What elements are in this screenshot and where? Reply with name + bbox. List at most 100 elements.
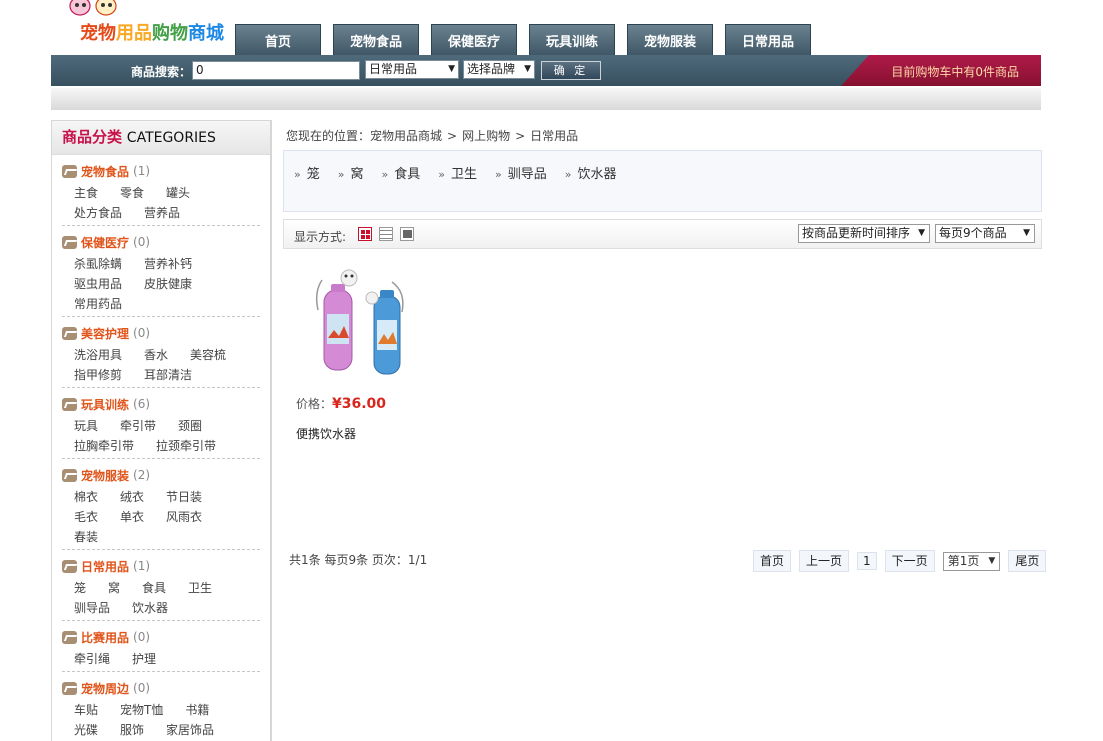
- subcategory-link[interactable]: 春装: [74, 527, 98, 547]
- subcategory-link[interactable]: 宠物T恤: [120, 700, 163, 720]
- subcategory-link[interactable]: 指甲修剪: [74, 365, 122, 385]
- paw-icon: [62, 397, 77, 411]
- list-view-icon[interactable]: [379, 227, 393, 241]
- nav-tab-clothing[interactable]: 宠物服装: [627, 24, 713, 55]
- first-page-button[interactable]: 首页: [753, 550, 792, 572]
- per-page-select[interactable]: 每页9个商品 ▼: [935, 224, 1035, 243]
- subcategory-link[interactable]: 颈圈: [178, 416, 202, 436]
- subcategory-link[interactable]: 营养品: [144, 203, 180, 223]
- subcategory-link[interactable]: 窝: [108, 578, 120, 598]
- nav-tab-daily[interactable]: 日常用品: [725, 24, 811, 55]
- next-page-button[interactable]: 下一页: [884, 550, 935, 572]
- category-title[interactable]: 美容护理 (0): [62, 323, 260, 343]
- subcategory-link[interactable]: 罐头: [166, 183, 190, 203]
- subcategory-link[interactable]: 皮肤健康: [144, 274, 192, 294]
- paw-icon: [62, 164, 77, 178]
- category-select[interactable]: 日常用品 ▼: [365, 60, 459, 79]
- subcategory-link[interactable]: 护理: [132, 649, 156, 669]
- subcategory-link[interactable]: 卫生: [451, 167, 477, 182]
- subcategory-link[interactable]: 毛衣: [74, 507, 98, 527]
- list-toolbar: 显示方式: 按商品更新时间排序 ▼ 每页9个商品 ▼: [283, 219, 1042, 249]
- subcategory-link[interactable]: 节日装: [166, 487, 202, 507]
- subcategory-link[interactable]: 绒衣: [120, 487, 144, 507]
- search-confirm-button[interactable]: 确 定: [541, 61, 601, 80]
- product-card: 价格：¥36.00 便携饮水器: [294, 262, 424, 442]
- prev-page-button[interactable]: 上一页: [799, 550, 850, 572]
- large-view-icon[interactable]: [400, 227, 414, 241]
- category-name[interactable]: 日常用品: [81, 558, 129, 575]
- last-page-button[interactable]: 尾页: [1008, 550, 1047, 572]
- subcategory-link[interactable]: 杀虱除螨: [74, 254, 122, 274]
- category-name[interactable]: 保健医疗: [81, 234, 129, 251]
- subcategory-link[interactable]: 光碟: [74, 720, 98, 740]
- nav-tab-health[interactable]: 保健医疗: [431, 24, 517, 55]
- category-title[interactable]: 宠物周边 (0): [62, 678, 260, 698]
- subcategory-link[interactable]: 服饰: [120, 720, 144, 740]
- subcategory-link[interactable]: 玩具: [74, 416, 98, 436]
- subcategory-link[interactable]: 饮水器: [132, 598, 168, 618]
- subcategory-link[interactable]: 棉衣: [74, 487, 98, 507]
- subcategory-link[interactable]: 营养补钙: [144, 254, 192, 274]
- category-title[interactable]: 比赛用品 (0): [62, 627, 260, 647]
- subcategory-link[interactable]: 主食: [74, 183, 98, 203]
- sort-select[interactable]: 按商品更新时间排序 ▼: [798, 224, 930, 243]
- subcategory-link[interactable]: 书籍: [185, 700, 209, 720]
- category-title[interactable]: 宠物食品 (1): [62, 161, 260, 181]
- subcategory-link[interactable]: 洗浴用具: [74, 345, 122, 365]
- subcategory-link[interactable]: 驯导品: [508, 167, 547, 182]
- page-select[interactable]: 第1页 ▼: [942, 551, 1001, 571]
- per-page-select-value: 每页9个商品: [939, 226, 1007, 240]
- subcategory-link[interactable]: 常用药品: [74, 294, 122, 314]
- category-name[interactable]: 宠物服装: [81, 467, 129, 484]
- subcategory-link[interactable]: 单衣: [120, 507, 144, 527]
- subcategory-link[interactable]: 驯导品: [74, 598, 110, 618]
- subcategory-link[interactable]: 处方食品: [74, 203, 122, 223]
- subcategory-link[interactable]: 食具: [394, 167, 420, 182]
- subcategory-link[interactable]: 窝: [350, 167, 363, 182]
- nav-tab-home[interactable]: 首页: [235, 24, 321, 55]
- category-title[interactable]: 保健医疗 (0): [62, 232, 260, 252]
- breadcrumb-item[interactable]: 日常用品: [530, 129, 578, 143]
- breadcrumb-item[interactable]: 网上购物: [462, 129, 510, 143]
- category-name[interactable]: 玩具训练: [81, 396, 129, 413]
- breadcrumb-item[interactable]: 宠物用品商城: [370, 129, 442, 143]
- site-logo[interactable]: 宠物用品购物商城: [62, 0, 232, 48]
- subcategory-link[interactable]: 食具: [142, 578, 166, 598]
- category-title[interactable]: 宠物服装 (2): [62, 465, 260, 485]
- nav-tab-pet-food[interactable]: 宠物食品: [333, 24, 419, 55]
- category-title[interactable]: 日常用品 (1): [62, 556, 260, 576]
- subcategory-link[interactable]: 耳部清洁: [144, 365, 192, 385]
- subcategory-link[interactable]: 笼: [307, 167, 320, 182]
- subcategory-link[interactable]: 香水: [144, 345, 168, 365]
- product-name[interactable]: 便携饮水器: [294, 425, 424, 442]
- subcategory-links: 牵引绳 护理: [62, 647, 260, 669]
- subcategory-link[interactable]: 家居饰品: [166, 720, 214, 740]
- brand-select[interactable]: 选择品牌 ▼: [463, 60, 535, 79]
- grid-view-icon[interactable]: [358, 227, 372, 241]
- dropdown-arrow-icon: ▼: [988, 555, 996, 566]
- nav-tab-toys[interactable]: 玩具训练: [529, 24, 615, 55]
- subcategory-link[interactable]: 驱虫用品: [74, 274, 122, 294]
- search-bar: 商品搜索： 0 日常用品 ▼ 选择品牌 ▼ 确 定 目前购物车中有0件商品: [51, 55, 1041, 86]
- subcategory-link[interactable]: 美容梳: [190, 345, 226, 365]
- product-image[interactable]: [294, 262, 414, 382]
- subcategory-link[interactable]: 拉胸牵引带: [74, 436, 134, 456]
- subcategory-link[interactable]: 风雨衣: [166, 507, 202, 527]
- breadcrumb: 您现在的位置：宠物用品商城 > 网上购物 > 日常用品: [286, 127, 578, 144]
- category-name[interactable]: 比赛用品: [81, 629, 129, 646]
- category-name[interactable]: 宠物食品: [81, 163, 129, 180]
- subcategory-link[interactable]: 零食: [120, 183, 144, 203]
- page-number[interactable]: 1: [857, 552, 877, 570]
- subcategory-link[interactable]: 笼: [74, 578, 86, 598]
- category-name[interactable]: 美容护理: [81, 325, 129, 342]
- category-title[interactable]: 玩具训练 (6): [62, 394, 260, 414]
- subcategory-link[interactable]: 饮水器: [577, 167, 616, 182]
- subcategory-link[interactable]: 车贴: [74, 700, 98, 720]
- subcategory-link[interactable]: 卫生: [188, 578, 212, 598]
- subcategory-link[interactable]: 拉颈牵引带: [156, 436, 216, 456]
- search-input[interactable]: 0: [192, 61, 360, 80]
- subcategory-link[interactable]: 牵引绳: [74, 649, 110, 669]
- cart-status[interactable]: 目前购物车中有0件商品: [841, 55, 1041, 86]
- category-name[interactable]: 宠物周边: [81, 680, 129, 697]
- subcategory-link[interactable]: 牵引带: [120, 416, 156, 436]
